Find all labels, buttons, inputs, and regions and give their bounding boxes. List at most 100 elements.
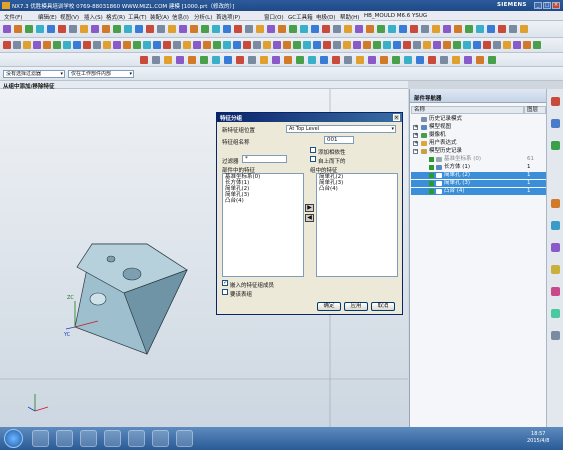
menu-format[interactable]: 格式(R) <box>106 13 125 21</box>
menu-info[interactable]: 信息(I) <box>172 13 189 21</box>
tree-row-boss-4[interactable]: 凸台 (4) 1 <box>411 188 546 195</box>
toolbar-icon[interactable] <box>234 25 242 33</box>
toolbar-icon[interactable] <box>487 25 495 33</box>
toolbar-icon[interactable] <box>399 25 407 33</box>
cancel-button[interactable]: 取消 <box>371 302 395 311</box>
toolbar-icon[interactable] <box>303 41 311 49</box>
toolbar-icon[interactable] <box>23 41 31 49</box>
resource-tab-manufacturing-icon[interactable] <box>551 287 560 296</box>
toolbar-icon[interactable] <box>423 41 431 49</box>
toolbar-icon[interactable] <box>143 41 151 49</box>
toolbar-icon[interactable] <box>393 41 401 49</box>
toolbar-icon[interactable] <box>373 41 381 49</box>
toolbar-icon[interactable] <box>476 25 484 33</box>
toolbar-icon[interactable] <box>113 25 121 33</box>
toolbar-icon[interactable] <box>493 41 501 49</box>
toolbar-icon[interactable] <box>179 25 187 33</box>
toolbar-icon[interactable] <box>410 25 418 33</box>
toolbar-icon[interactable] <box>103 41 111 49</box>
toolbar-icon[interactable] <box>289 25 297 33</box>
menu-ysug[interactable]: YSUG <box>412 13 427 19</box>
taskbar-explorer-icon[interactable] <box>56 430 73 447</box>
toolbar-icon[interactable] <box>366 25 374 33</box>
toolbar-icon[interactable] <box>153 41 161 49</box>
toolbar-icon[interactable] <box>428 56 436 64</box>
toolbar-icon[interactable] <box>212 56 220 64</box>
filter-input[interactable]: * <box>242 155 287 163</box>
toolbar-icon[interactable] <box>293 41 301 49</box>
list-item[interactable]: 凸台(4) <box>317 186 397 192</box>
toolbar-icon[interactable] <box>3 25 11 33</box>
toolbar-icon[interactable] <box>201 25 209 33</box>
toolbar-icon[interactable] <box>168 25 176 33</box>
tree-row-model-views[interactable]: + 模型视图 <box>411 124 546 131</box>
menu-gc-toolbox[interactable]: GC工具箱 <box>288 13 313 21</box>
toolbar-icon[interactable] <box>223 41 231 49</box>
toolbar-icon[interactable] <box>278 25 286 33</box>
toolbar-icon[interactable] <box>14 25 22 33</box>
toolbar-icon[interactable] <box>443 25 451 33</box>
menu-help[interactable]: 帮助(H) <box>340 13 359 21</box>
toolbar-icon[interactable] <box>476 56 484 64</box>
toolbar-icon[interactable] <box>498 25 506 33</box>
toolbar-icon[interactable] <box>190 25 198 33</box>
toolbar-icon[interactable] <box>403 41 411 49</box>
clock[interactable]: 18:57 2015/4/8 <box>527 431 549 445</box>
include-expression-checkbox[interactable] <box>222 289 228 295</box>
toolbar-icon[interactable] <box>332 56 340 64</box>
toolbar-icon[interactable] <box>464 56 472 64</box>
toolbar-icon[interactable] <box>53 41 61 49</box>
toolbar-icon[interactable] <box>233 41 241 49</box>
toolbar-icon[interactable] <box>454 25 462 33</box>
toolbar-icon[interactable] <box>313 41 321 49</box>
group-features-list[interactable]: 简单孔(2) 简单孔(3) 凸台(4) <box>316 173 398 277</box>
toolbar-icon[interactable] <box>413 41 421 49</box>
resource-tab-roles-icon[interactable] <box>551 309 560 318</box>
toolbar-icon[interactable] <box>91 25 99 33</box>
tree-row-user-expressions[interactable]: + 用户表达式 <box>411 140 546 147</box>
taskbar-app-icon[interactable] <box>104 430 121 447</box>
toolbar-icon[interactable] <box>135 25 143 33</box>
check-icon[interactable] <box>429 189 434 194</box>
group-location-select[interactable]: At Top Level <box>286 125 396 133</box>
toolbar-icon[interactable] <box>113 41 121 49</box>
start-button[interactable] <box>4 429 23 448</box>
tree-row-simple-hole-3[interactable]: 简单孔 (3) 1 <box>411 180 546 187</box>
toolbar-icon[interactable] <box>13 41 21 49</box>
toolbar-icon[interactable] <box>388 25 396 33</box>
toolbar-icon[interactable] <box>176 56 184 64</box>
collapse-icon[interactable]: − <box>413 149 418 154</box>
add-dependents-checkbox[interactable] <box>310 147 316 153</box>
toolbar-icon[interactable] <box>140 56 148 64</box>
toolbar-icon[interactable] <box>58 25 66 33</box>
check-icon[interactable] <box>429 165 434 170</box>
toolbar-icon[interactable] <box>200 56 208 64</box>
toolbar-icon[interactable] <box>523 41 531 49</box>
resource-tab-reuse-library-icon[interactable] <box>551 141 560 150</box>
part-features-list[interactable]: 基准坐标系(0) 长方体(1) 简单孔(2) 简单孔(3) 凸台(4) <box>222 173 304 277</box>
toolbar-icon[interactable] <box>102 25 110 33</box>
maximize-button[interactable]: □ <box>543 2 551 9</box>
menu-hb-mould[interactable]: HB_MOULD M6.6 <box>364 13 410 19</box>
check-icon[interactable] <box>429 173 434 178</box>
resource-tab-web-icon[interactable] <box>551 199 560 208</box>
toolbar-icon[interactable] <box>248 56 256 64</box>
type-filter-select[interactable]: 没有选择过滤器 <box>3 70 65 78</box>
toolbar-icon[interactable] <box>443 41 451 49</box>
toolbar-icon[interactable] <box>320 56 328 64</box>
toolbar-icon[interactable] <box>343 41 351 49</box>
taskbar-nx-icon[interactable] <box>128 430 145 447</box>
toolbar-icon[interactable] <box>272 56 280 64</box>
toolbar-icon[interactable] <box>43 41 51 49</box>
toolbar-icon[interactable] <box>173 41 181 49</box>
toolbar-icon[interactable] <box>157 25 165 33</box>
toolbar-icon[interactable] <box>223 25 231 33</box>
toolbar-icon[interactable] <box>421 25 429 33</box>
toolbar-icon[interactable] <box>267 25 275 33</box>
toolbar-icon[interactable] <box>245 25 253 33</box>
minimize-button[interactable]: _ <box>534 2 542 9</box>
tree-row-cameras[interactable]: + 摄像机 <box>411 132 546 139</box>
toolbar-icon[interactable] <box>308 56 316 64</box>
taskbar-folder-icon[interactable] <box>176 430 193 447</box>
toolbar-icon[interactable] <box>520 25 528 33</box>
